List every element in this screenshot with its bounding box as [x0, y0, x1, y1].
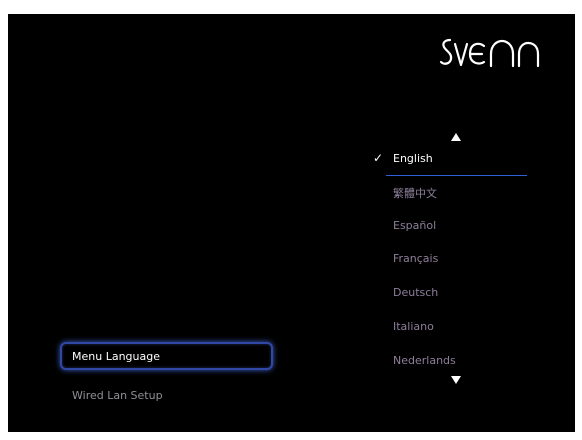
- language-option-traditional-chinese[interactable]: 繁體中文: [393, 185, 437, 201]
- language-option-dutch[interactable]: Nederlands: [393, 354, 456, 367]
- language-option-german[interactable]: Deutsch: [393, 286, 438, 299]
- menu-item-wired-lan-setup[interactable]: Wired Lan Setup: [60, 381, 273, 409]
- scroll-down-arrow-icon[interactable]: [451, 371, 461, 389]
- language-option-english[interactable]: English: [393, 152, 433, 165]
- selection-underline: [386, 175, 527, 176]
- menu-item-menu-language[interactable]: Menu Language: [60, 342, 273, 370]
- language-option-french[interactable]: Français: [393, 252, 438, 265]
- language-option-italian[interactable]: Italiano: [393, 320, 434, 333]
- menu-item-label: Wired Lan Setup: [72, 388, 163, 402]
- language-option-spanish[interactable]: Español: [393, 219, 436, 232]
- settings-screen: ✓ English 繁體中文 Español Français Deutsch …: [8, 14, 575, 432]
- menu-item-label: Menu Language: [72, 349, 160, 363]
- checkmark-icon: ✓: [373, 151, 384, 165]
